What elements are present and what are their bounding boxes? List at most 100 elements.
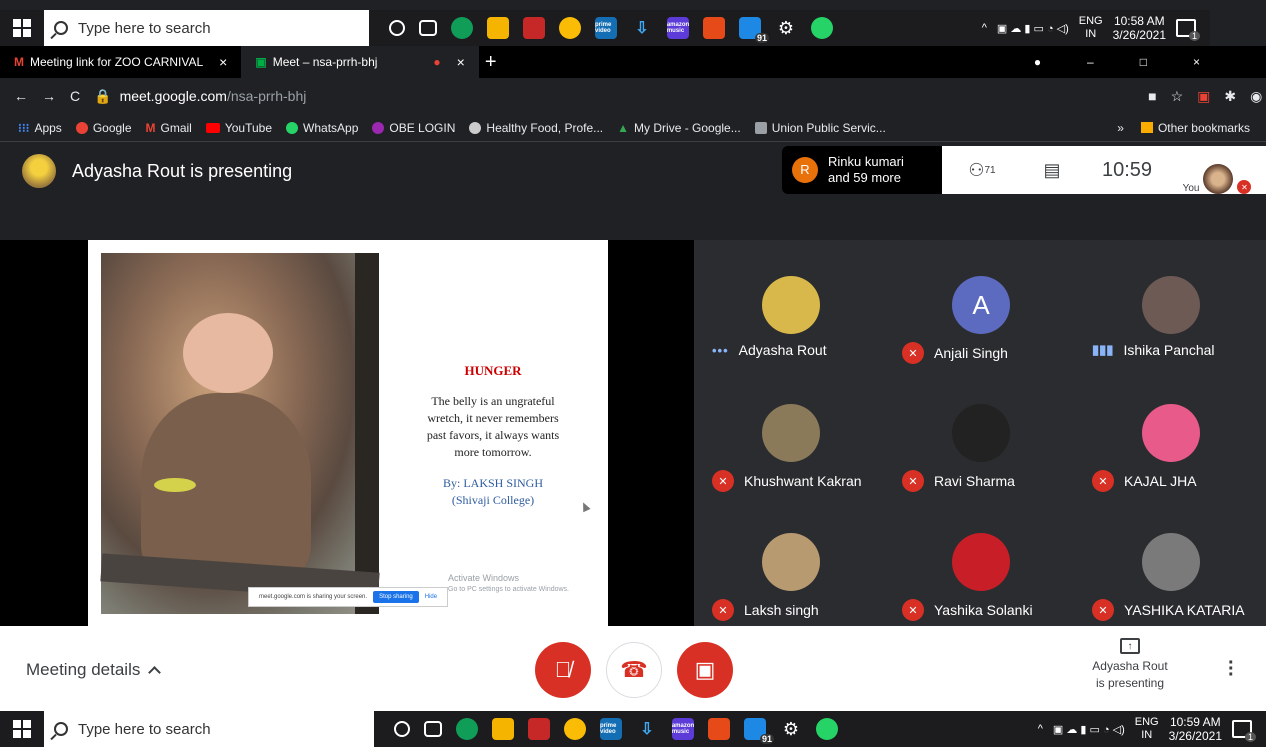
mic-off-icon: ✕ (1092, 599, 1114, 621)
download-icon[interactable]: ⇩ (636, 718, 658, 740)
participant-name-row: ▮▮▮ Ishika Panchal (1092, 342, 1215, 358)
tray-arrow-icon[interactable]: ^ (1038, 723, 1043, 735)
more-options-icon[interactable]: · · · (1228, 653, 1235, 685)
edge-icon[interactable] (456, 718, 478, 740)
settings-icon[interactable]: ⚙ (775, 17, 797, 39)
task-view-icon[interactable] (419, 20, 437, 36)
tab-gmail[interactable]: M Meeting link for ZOO CARNIVAL × (0, 46, 241, 78)
clock[interactable]: 10:59 AM 3/26/2021 (1169, 715, 1222, 743)
recording-dot-icon: ● (433, 55, 441, 69)
close-icon[interactable]: × (219, 54, 227, 70)
edge-icon[interactable] (451, 17, 473, 39)
bookmark-upsc[interactable]: Union Public Servic... (754, 121, 886, 135)
bookmark-google[interactable]: Google (75, 121, 132, 135)
office-icon[interactable] (708, 718, 730, 740)
tray-icons[interactable]: ▣ ☁ ▮ ▭ ◔ ◁) (997, 22, 1069, 35)
mcafee-icon[interactable] (523, 17, 545, 39)
participant-tile[interactable]: ✕ Ravi Sharma (884, 368, 1074, 492)
participant-tile[interactable]: ✕ Yashika Solanki (884, 497, 1074, 621)
bookmark-obe[interactable]: OBE LOGIN (372, 121, 455, 135)
office-icon[interactable] (703, 17, 725, 39)
meeting-clock: 10:59 (1101, 158, 1153, 181)
url-input[interactable]: 🔒 meet.google.com/nsa-prrh-bhj (94, 83, 1135, 109)
cortana-icon[interactable] (389, 20, 405, 36)
bookmarks-overflow[interactable]: » (1117, 121, 1124, 135)
apps-grid-icon: ⁝⁝⁝ (18, 120, 30, 135)
extension-icon[interactable]: ▣ (1197, 88, 1210, 105)
close-icon[interactable]: × (457, 54, 465, 70)
chrome-icon[interactable] (559, 17, 581, 39)
mic-toggle-button[interactable]: 🎙̸ (535, 642, 591, 698)
language-indicator[interactable]: ENG IN (1079, 15, 1103, 41)
clock[interactable]: 10:58 AM 3/26/2021 (1113, 14, 1166, 42)
participant-tile[interactable]: ✕ Khushwant Kakran (694, 368, 884, 492)
bookmark-healthy-food[interactable]: Healthy Food, Profe... (469, 121, 603, 135)
participant-tile[interactable]: A ✕ Anjali Singh (884, 240, 1074, 364)
start-button[interactable] (0, 711, 44, 747)
bookmark-whatsapp[interactable]: WhatsApp (286, 121, 358, 135)
participant-notice[interactable]: R Rinku kumari and 59 more (782, 146, 942, 194)
participant-tile[interactable]: ••• Adyasha Rout (694, 240, 884, 360)
leave-call-button[interactable]: ☎ (606, 642, 662, 698)
bookmark-youtube[interactable]: YouTube (205, 121, 272, 135)
presenting-status-button[interactable]: ↑ Adyasha Rout is presenting (1080, 638, 1180, 692)
mail-icon[interactable]: 91 (739, 17, 769, 43)
camera-toggle-button[interactable]: ▣ (677, 642, 733, 698)
cortana-icon[interactable] (394, 721, 410, 737)
participant-tile[interactable]: ▮▮▮ Ishika Panchal (1074, 240, 1264, 360)
participant-name: Yashika Solanki (934, 602, 1033, 618)
download-icon[interactable]: ⇩ (631, 17, 653, 39)
participant-tile[interactable]: ✕ YASHIKA KATARIA (1074, 497, 1264, 621)
reload-icon[interactable]: C (70, 88, 80, 104)
people-button[interactable]: ⚇ 71 (942, 146, 1022, 194)
prime-video-icon[interactable]: prime video (600, 718, 622, 740)
taskbar-search[interactable]: Type here to search (44, 711, 374, 747)
whatsapp-icon[interactable] (811, 17, 833, 39)
bookmark-apps[interactable]: ⁝⁝⁝ Apps (18, 121, 62, 135)
task-view-icon[interactable] (424, 721, 442, 737)
avatar (22, 154, 56, 188)
presentation-stage: HUNGER The belly is an ungrateful wretch… (0, 240, 694, 626)
meeting-details-button[interactable]: Meeting details (26, 660, 162, 680)
notification-icon[interactable]: 1 (1176, 19, 1200, 41)
bookmark-other[interactable]: » Other bookmarks (1117, 121, 1266, 135)
tray-icons[interactable]: ▣ ☁ ▮ ▭ ◔ ◁) (1053, 723, 1125, 736)
hide-button[interactable]: Hide (425, 594, 437, 600)
notification-icon[interactable]: 1 (1232, 720, 1256, 742)
participant-name: YASHIKA KATARIA (1124, 602, 1245, 618)
amazon-music-icon[interactable]: amazon music (667, 17, 689, 39)
new-tab-button[interactable]: + (485, 51, 497, 74)
forward-icon[interactable]: → (42, 88, 56, 104)
whatsapp-icon[interactable] (816, 718, 838, 740)
taskbar-apps: prime video ⇩ amazon music 91 ⚙ (389, 17, 833, 43)
chrome-icon[interactable] (564, 718, 586, 740)
puzzle-icon[interactable]: ✱ (1224, 88, 1236, 105)
file-explorer-icon[interactable] (492, 718, 514, 740)
profile-avatar[interactable]: ◉ (1250, 88, 1262, 105)
start-button[interactable] (0, 10, 44, 46)
file-explorer-icon[interactable] (487, 17, 509, 39)
prime-video-icon[interactable]: prime video (595, 17, 617, 39)
settings-icon[interactable]: ⚙ (780, 718, 802, 740)
tab-meet[interactable]: ▣ Meet – nsa-prrh-bhj ● × (241, 46, 479, 78)
camera-icon[interactable]: ■ (1148, 88, 1156, 104)
participant-tile[interactable]: ✕ Laksh singh (694, 497, 884, 621)
back-icon[interactable]: ← (14, 88, 28, 104)
amazon-music-icon[interactable]: amazon music (672, 718, 694, 740)
chat-button[interactable]: ▤ (1022, 146, 1082, 194)
tray-arrow-icon[interactable]: ^ (982, 22, 987, 34)
taskbar-top: Type here to search prime video ⇩ amazon… (0, 10, 1210, 46)
stop-sharing-button[interactable]: Stop sharing (373, 591, 419, 603)
mic-off-icon: ✕ (902, 470, 924, 492)
window-controls[interactable]: ●–□× (1034, 55, 1246, 69)
bookmark-drive[interactable]: ▲ My Drive - Google... (617, 121, 741, 135)
bookmark-gmail[interactable]: M Gmail (146, 121, 192, 135)
language-indicator[interactable]: ENG IN (1135, 716, 1159, 742)
star-icon[interactable]: ☆ (1171, 88, 1184, 105)
participant-name-row: ✕ Yashika Solanki (902, 599, 1033, 621)
self-view[interactable]: You ✕ (1172, 146, 1262, 194)
taskbar-search[interactable]: Type here to search (44, 10, 369, 46)
participant-tile[interactable]: ✕ KAJAL JHA (1074, 368, 1264, 492)
mail-icon[interactable]: 91 (744, 718, 774, 744)
mcafee-icon[interactable] (528, 718, 550, 740)
